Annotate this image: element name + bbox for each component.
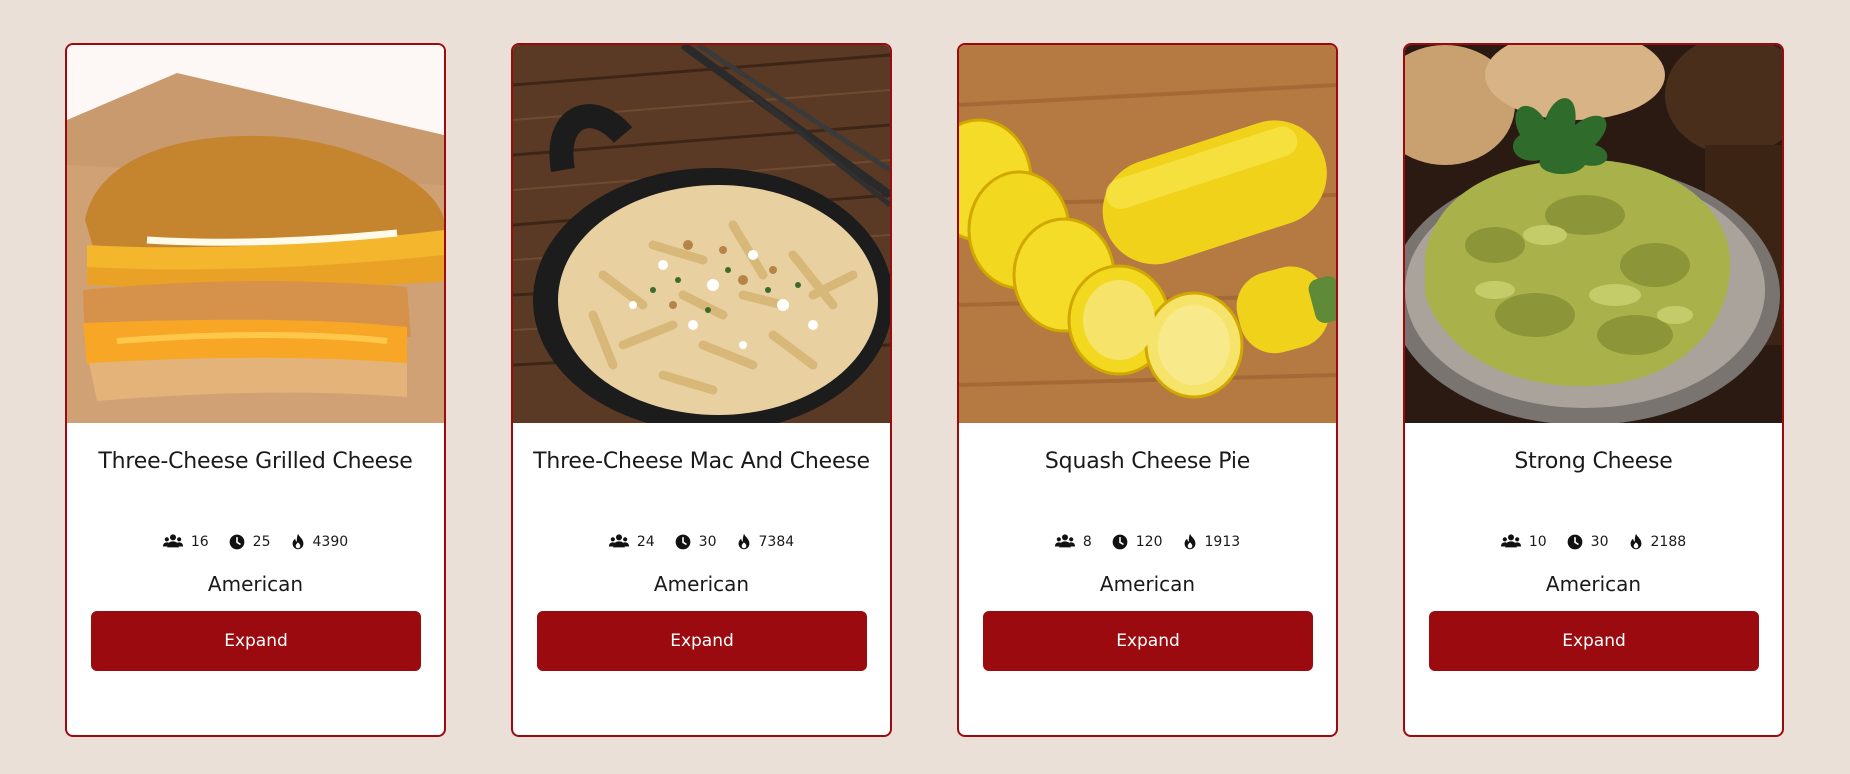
calories-stat: 7384 (737, 533, 795, 550)
recipe-image-squash (959, 45, 1336, 423)
people-icon (609, 533, 629, 550)
servings-value: 24 (636, 533, 655, 550)
clock-icon (229, 534, 245, 550)
calories-value: 1913 (1204, 533, 1241, 550)
recipe-card: Three-Cheese Grilled Cheese 16 25 4390 A… (65, 43, 446, 737)
clock-icon (675, 534, 691, 550)
flame-icon (291, 533, 305, 550)
expand-button[interactable]: Expand (537, 611, 867, 671)
clock-icon (1112, 534, 1128, 550)
people-icon (1501, 533, 1521, 550)
calories-value: 7384 (758, 533, 795, 550)
flame-icon (1183, 533, 1197, 550)
expand-button[interactable]: Expand (1429, 611, 1759, 671)
servings-stat: 24 (609, 533, 655, 550)
time-value: 30 (698, 533, 717, 550)
time-value: 120 (1135, 533, 1163, 550)
recipe-grid: Three-Cheese Grilled Cheese 16 25 4390 A… (65, 43, 1784, 737)
time-value: 25 (252, 533, 271, 550)
recipe-stats: 24 30 7384 (513, 533, 890, 550)
recipe-cuisine: American (653, 572, 750, 596)
time-stat: 25 (229, 533, 271, 550)
recipe-stats: 10 30 2188 (1405, 533, 1782, 550)
servings-value: 8 (1082, 533, 1092, 550)
recipe-title: Squash Cheese Pie (1044, 449, 1251, 474)
recipe-card: Strong Cheese 10 30 2188 American Expand (1403, 43, 1784, 737)
time-value: 30 (1590, 533, 1609, 550)
time-stat: 120 (1112, 533, 1163, 550)
recipe-stats: 8 120 1913 (959, 533, 1336, 550)
recipe-card: Three-Cheese Mac And Cheese 24 30 7384 A… (511, 43, 892, 737)
servings-stat: 10 (1501, 533, 1547, 550)
recipe-card: Squash Cheese Pie 8 120 1913 American Ex… (957, 43, 1338, 737)
recipe-cuisine: American (1545, 572, 1642, 596)
time-stat: 30 (675, 533, 717, 550)
recipe-stats: 16 25 4390 (67, 533, 444, 550)
recipe-cuisine: American (1099, 572, 1196, 596)
servings-value: 10 (1528, 533, 1547, 550)
calories-value: 4390 (312, 533, 349, 550)
flame-icon (737, 533, 751, 550)
recipe-title: Three-Cheese Mac And Cheese (533, 449, 870, 474)
recipe-image-grilled-cheese (67, 45, 444, 423)
people-icon (163, 533, 183, 550)
flame-icon (1629, 533, 1643, 550)
servings-stat: 16 (163, 533, 209, 550)
recipe-image-mac-and-cheese (513, 45, 890, 423)
calories-stat: 1913 (1183, 533, 1241, 550)
time-stat: 30 (1567, 533, 1609, 550)
expand-button[interactable]: Expand (91, 611, 421, 671)
recipe-image-green-cheese (1405, 45, 1782, 423)
recipe-title: Three-Cheese Grilled Cheese (98, 449, 413, 474)
calories-stat: 4390 (291, 533, 349, 550)
recipe-cuisine: American (207, 572, 304, 596)
calories-value: 2188 (1650, 533, 1687, 550)
expand-button[interactable]: Expand (983, 611, 1313, 671)
servings-stat: 8 (1055, 533, 1092, 550)
people-icon (1055, 533, 1075, 550)
calories-stat: 2188 (1629, 533, 1687, 550)
clock-icon (1567, 534, 1583, 550)
recipe-title: Strong Cheese (1514, 449, 1673, 474)
servings-value: 16 (190, 533, 209, 550)
